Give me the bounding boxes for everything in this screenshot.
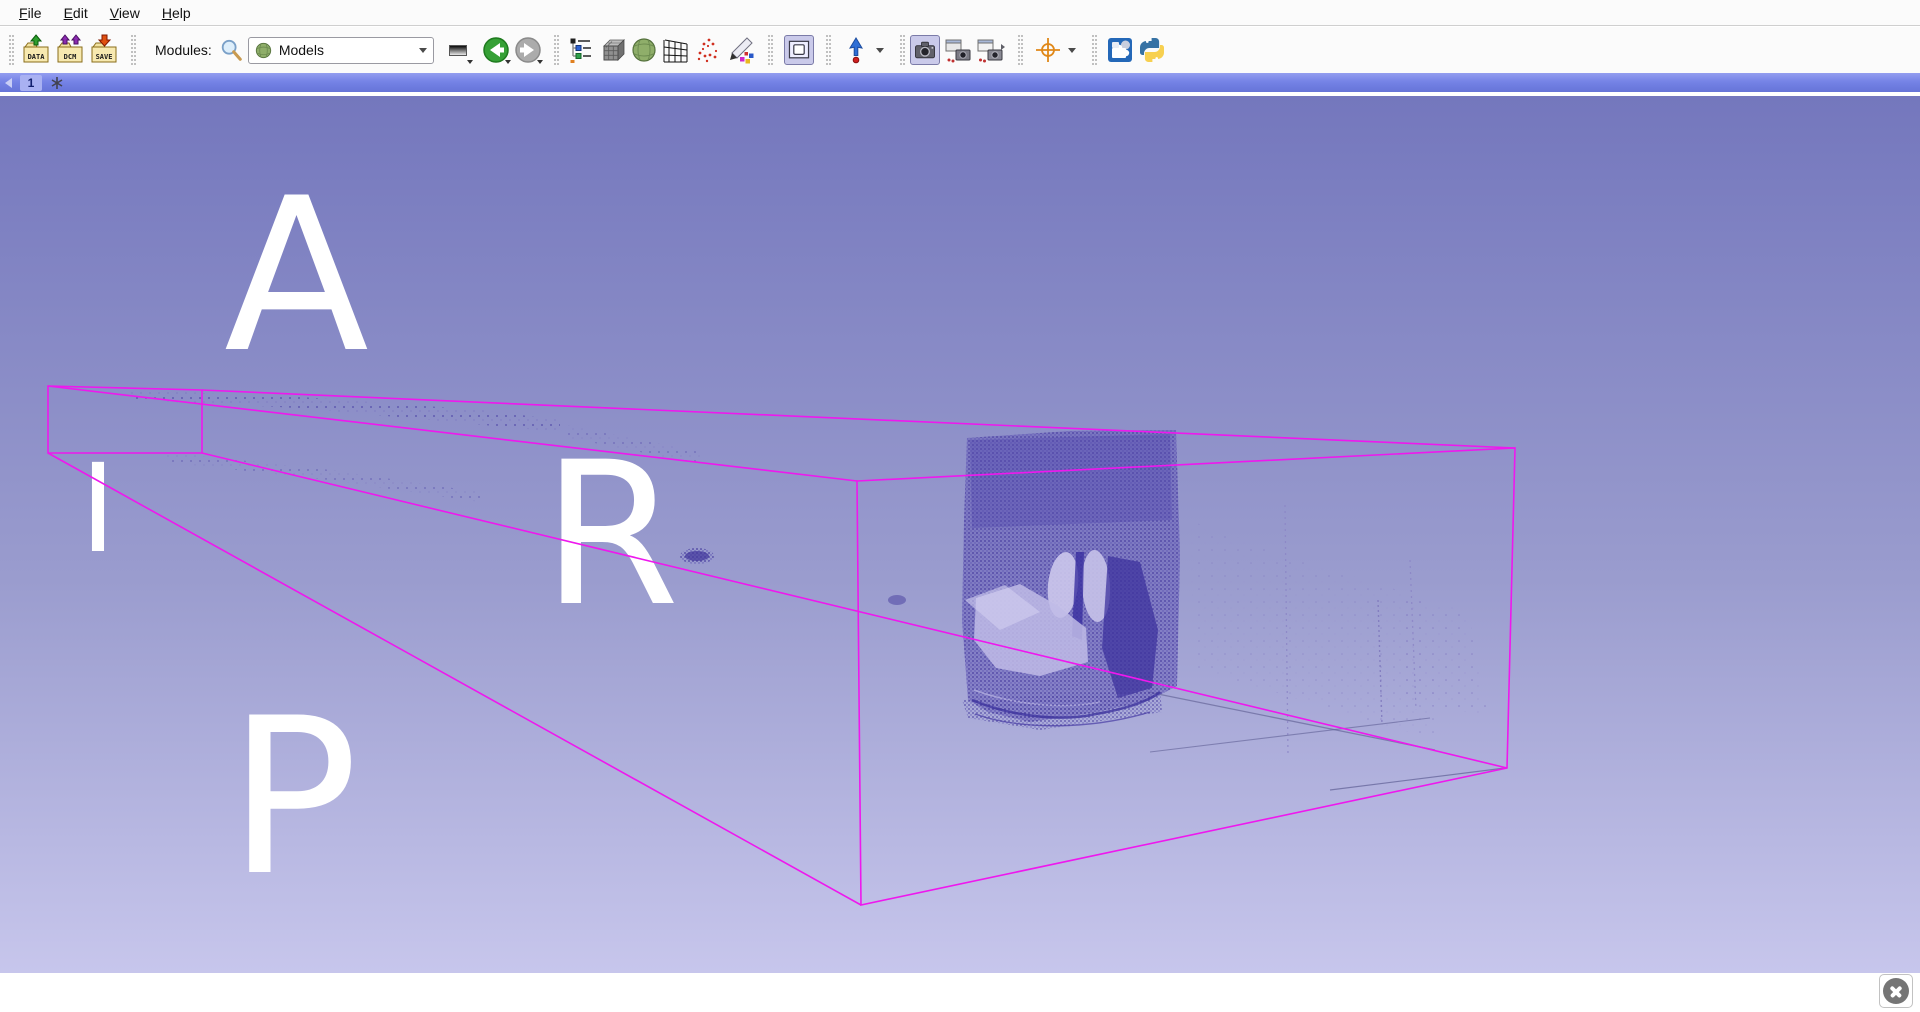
python-console-button[interactable] bbox=[1136, 33, 1168, 67]
subject-hierarchy-icon bbox=[566, 36, 594, 64]
module-history-button[interactable] bbox=[442, 33, 474, 67]
models-module-icon bbox=[255, 42, 272, 59]
crosshair-button[interactable] bbox=[1032, 33, 1064, 67]
forward-button[interactable] bbox=[512, 33, 544, 67]
subject-hierarchy-button[interactable] bbox=[564, 33, 596, 67]
extensions-manager-icon bbox=[1106, 36, 1134, 64]
load-dicom-button[interactable]: DCM bbox=[53, 33, 87, 67]
view-label-badge: 1 bbox=[20, 75, 42, 91]
view-controller-bar: 1 bbox=[0, 73, 1920, 94]
volume-rendering-cube-icon bbox=[598, 36, 626, 64]
python-console-icon bbox=[1138, 36, 1166, 64]
pin-icon[interactable] bbox=[50, 76, 64, 90]
menu-edit[interactable]: Edit bbox=[53, 3, 99, 23]
magnifier-icon bbox=[219, 38, 243, 62]
load-data-button[interactable]: DATA bbox=[19, 33, 53, 67]
load-data-folder-icon bbox=[21, 34, 51, 66]
chevron-down-icon bbox=[1068, 48, 1076, 53]
markups-button[interactable] bbox=[692, 33, 724, 67]
scene-view-restore-icon bbox=[975, 36, 1005, 64]
save-folder-icon bbox=[89, 34, 119, 66]
dicom-label: DCM bbox=[53, 53, 87, 61]
main-toolbar: DATA DCM SAVE Modules: Models bbox=[0, 27, 1920, 73]
load-data-label: DATA bbox=[19, 53, 53, 61]
menu-file[interactable]: File bbox=[8, 3, 53, 23]
close-notification-button[interactable] bbox=[1879, 974, 1913, 1008]
modules-label: Modules: bbox=[155, 42, 212, 58]
screenshot-button[interactable] bbox=[910, 35, 940, 65]
markups-points-icon bbox=[694, 36, 722, 64]
toolbar-grip[interactable] bbox=[1018, 35, 1023, 65]
save-button[interactable]: SAVE bbox=[87, 33, 121, 67]
scene-view-capture-button[interactable] bbox=[942, 33, 974, 67]
sparse-dust-field bbox=[1148, 505, 1505, 790]
models-module-button[interactable] bbox=[628, 33, 660, 67]
extensions-manager-button[interactable] bbox=[1104, 33, 1136, 67]
mouse-mode-button[interactable] bbox=[840, 33, 872, 67]
chevron-down-icon bbox=[876, 48, 884, 53]
annotations-pen-icon bbox=[726, 36, 754, 64]
toolbar-grip[interactable] bbox=[768, 35, 773, 65]
menu-help[interactable]: Help bbox=[151, 3, 202, 23]
save-label: SAVE bbox=[87, 53, 121, 61]
menu-bar: File Edit View Help bbox=[0, 0, 1920, 26]
toolbar-grip[interactable] bbox=[1092, 35, 1097, 65]
crosshair-icon bbox=[1034, 36, 1062, 64]
toolbar-grip[interactable] bbox=[900, 35, 905, 65]
scene-view-capture-icon bbox=[943, 36, 973, 64]
chevron-down-icon bbox=[467, 60, 473, 64]
dicom-folder-icon bbox=[55, 34, 85, 66]
toolbar-grip[interactable] bbox=[826, 35, 831, 65]
close-icon bbox=[1883, 978, 1909, 1004]
scene-view-restore-button[interactable] bbox=[974, 33, 1006, 67]
view-adjust-arrow-icon bbox=[842, 36, 870, 64]
volume-rendering-button[interactable] bbox=[596, 33, 628, 67]
back-button[interactable] bbox=[480, 33, 512, 67]
camera-icon bbox=[912, 37, 938, 63]
history-gradient-icon bbox=[449, 45, 467, 56]
crosshair-dropdown[interactable] bbox=[1064, 33, 1080, 67]
chevron-down-icon bbox=[419, 48, 427, 53]
transforms-button[interactable] bbox=[660, 33, 692, 67]
transforms-grid-icon bbox=[662, 36, 690, 64]
scene-render bbox=[0, 96, 1920, 973]
single-3d-layout-icon bbox=[786, 37, 812, 63]
annotations-button[interactable] bbox=[724, 33, 756, 67]
module-selector-value: Models bbox=[279, 42, 419, 58]
toolbar-grip[interactable] bbox=[9, 35, 14, 65]
point-cloud-curtain bbox=[962, 430, 1180, 730]
threeD-viewport[interactable]: A I R P bbox=[0, 96, 1920, 973]
chevron-down-icon bbox=[537, 60, 543, 64]
module-search-button[interactable] bbox=[218, 33, 244, 67]
module-selector-combobox[interactable]: Models bbox=[248, 37, 434, 64]
collapse-arrow-icon[interactable] bbox=[5, 78, 12, 88]
sparse-point-trails bbox=[130, 390, 906, 605]
menu-view[interactable]: View bbox=[99, 3, 151, 23]
layout-selector-button[interactable] bbox=[784, 35, 814, 65]
mouse-mode-dropdown[interactable] bbox=[872, 33, 888, 67]
chevron-down-icon bbox=[505, 60, 511, 64]
notification-bar bbox=[0, 973, 1920, 1012]
models-sphere-icon bbox=[630, 36, 658, 64]
toolbar-grip[interactable] bbox=[131, 35, 136, 65]
toolbar-grip[interactable] bbox=[554, 35, 559, 65]
